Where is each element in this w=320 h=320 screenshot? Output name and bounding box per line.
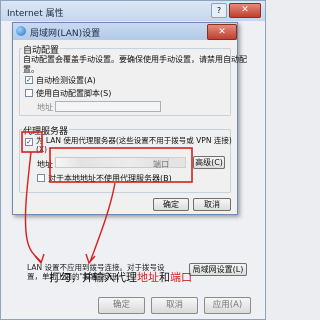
- proxy-address-label: 地址: [37, 160, 53, 169]
- auto-detect-checkbox[interactable]: ✓: [25, 76, 33, 84]
- lan-settings-dialog: 局域网(LAN)设置 ✕ 自动配置 自动配置会覆盖手动设置。要确保使用手动设置，…: [12, 22, 247, 215]
- lan-settings-button[interactable]: 局域网设置(L): [189, 263, 247, 276]
- help-button[interactable]: ?: [211, 3, 227, 18]
- use-proxy-label-line1: 为 LAN 使用代理服务器(这些设置不用于拨号或 VPN 连接): [36, 136, 232, 145]
- dialog-title: 局域网(LAN)设置: [30, 29, 101, 39]
- instruction-part4: 端口: [170, 271, 192, 284]
- instruction-part2: 地址: [137, 271, 159, 284]
- proxy-port-input[interactable]: [168, 157, 186, 168]
- dialog-ok-button[interactable]: 确定: [153, 198, 189, 211]
- dialog-titlebar: 局域网(LAN)设置 ✕: [13, 23, 237, 40]
- script-address-label: 地址: [37, 103, 53, 112]
- bypass-local-label: 对于本地地址不使用代理服务器(B): [48, 174, 172, 183]
- instruction-part1: 打勾，并输入代理: [49, 271, 137, 284]
- outer-ok-button[interactable]: 确定: [98, 297, 145, 314]
- bypass-local-checkbox[interactable]: [37, 174, 45, 182]
- auto-config-description-line2: 置。: [23, 65, 39, 74]
- advanced-button[interactable]: 高级(C): [193, 156, 225, 169]
- script-address-input[interactable]: [55, 101, 161, 112]
- use-proxy-checkbox[interactable]: ✓: [25, 138, 33, 146]
- proxy-port-label: 端口: [153, 160, 169, 169]
- use-script-label: 使用自动配置脚本(S): [36, 89, 112, 98]
- dialog-close-button[interactable]: ✕: [207, 24, 237, 40]
- instruction-annotation: 打勾，并输入代理地址和端口: [49, 269, 192, 285]
- dialog-cancel-button[interactable]: 取消: [193, 198, 231, 211]
- auto-detect-label: 自动检测设置(A): [36, 76, 96, 85]
- outer-close-button[interactable]: ✕: [229, 3, 261, 18]
- instruction-part3: 和: [159, 271, 170, 284]
- outer-apply-button[interactable]: 应用(A): [204, 297, 251, 314]
- network-globe-icon: [16, 26, 26, 36]
- use-script-checkbox[interactable]: [25, 89, 33, 97]
- auto-config-description-line1: 自动配置会覆盖手动设置。要确保使用手动设置，请禁用自动配: [23, 55, 247, 64]
- use-proxy-label-line2: (X): [36, 145, 47, 154]
- outer-cancel-button[interactable]: 取消: [151, 297, 198, 314]
- outer-window-title: Internet 属性: [7, 9, 64, 19]
